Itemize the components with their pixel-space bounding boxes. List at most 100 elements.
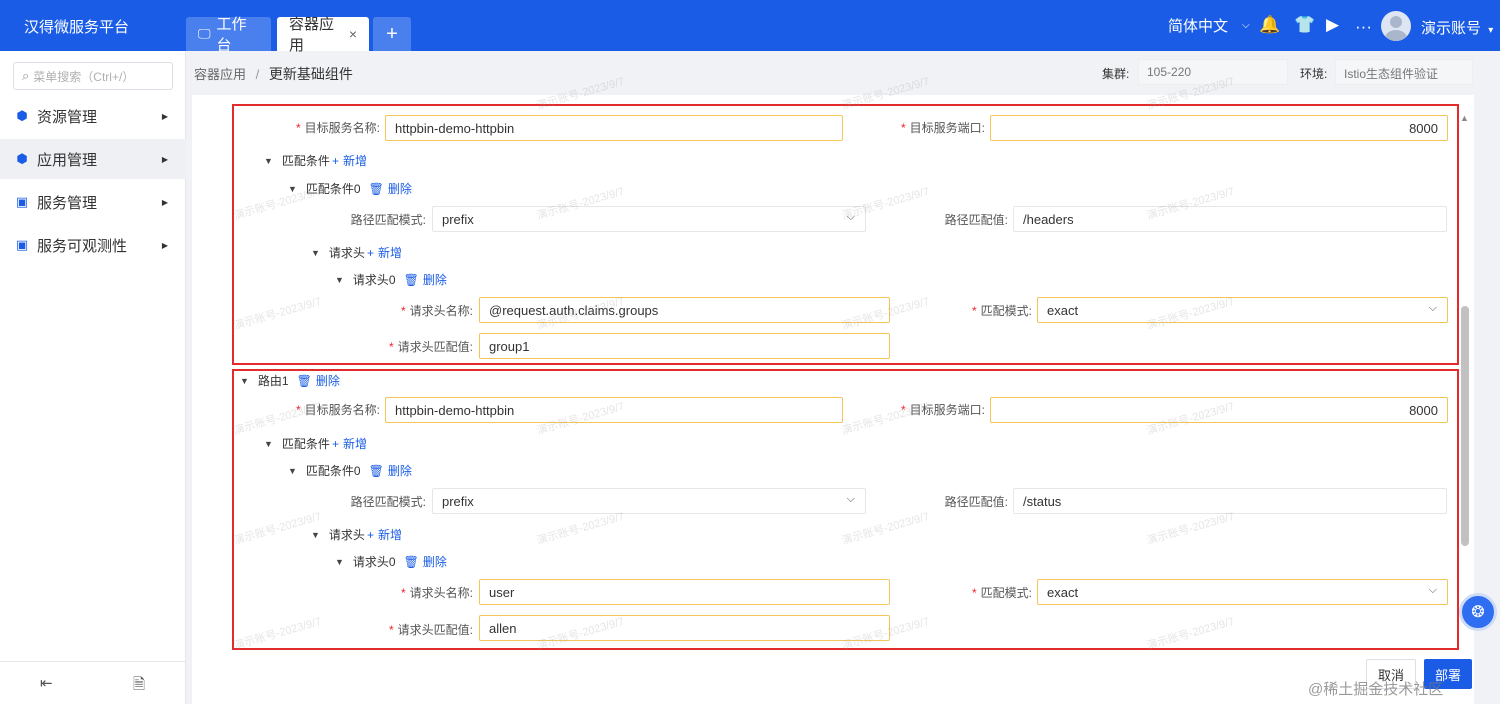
header0-label: 请求头0 <box>352 273 396 287</box>
route1-label: 路由1 <box>257 374 289 388</box>
plus-icon: + <box>331 154 339 168</box>
document-icon[interactable]: 🗎 <box>133 674 145 699</box>
target-service-input[interactable]: httpbin-demo-httpbin <box>385 115 843 141</box>
header-value-input[interactable]: allen <box>479 615 890 641</box>
path-mode-label: 路径匹配模式: <box>350 213 426 227</box>
caret-down-icon[interactable]: ▼ <box>264 439 273 449</box>
bell-icon[interactable]: 🔔 <box>1259 15 1280 35</box>
trash-icon: 🗑︎ <box>368 464 384 478</box>
sidebar-item-label: 资源管理 <box>37 108 98 126</box>
caret-down-icon[interactable]: ▼ <box>264 156 273 166</box>
chevron-down-icon: ⌵ <box>1428 584 1437 596</box>
delete-header-button[interactable]: 🗑︎ 删除 <box>404 271 447 288</box>
scrollbar-thumb[interactable] <box>1461 306 1469 546</box>
sidebar-item-label: 服务可观测性 <box>37 237 128 255</box>
account-menu[interactable]: 演示账号 ▾ <box>1421 17 1493 38</box>
cluster-field: 105-220 <box>1138 59 1288 85</box>
path-mode-select[interactable]: prefix ⌵ <box>432 488 866 514</box>
caret-right-icon: ▶ <box>161 240 168 250</box>
sidebar-item-service[interactable]: ▣ 服务管理 ▶ <box>0 182 186 222</box>
tab-workbench-label: 工作台 <box>216 16 247 54</box>
target-port-input[interactable]: 8000 <box>990 115 1448 141</box>
help-float-button[interactable]: ❂ <box>1459 593 1497 631</box>
sidebar-item-observability[interactable]: ▣ 服务可观测性 ▶ <box>0 225 186 265</box>
header0-node: ▼ 请求头0 🗑︎ 删除 <box>335 271 447 288</box>
delete-condition-button[interactable]: 🗑︎ 删除 <box>369 180 412 197</box>
close-icon[interactable]: × <box>349 26 357 42</box>
match-mode-label: * 匹配模式: <box>971 586 1032 600</box>
caret-down-icon[interactable]: ▼ <box>335 275 344 285</box>
add-tab-button[interactable]: + <box>373 17 411 51</box>
path-value-input[interactable]: /headers <box>1013 206 1447 232</box>
app-title: 汉得微服务平台 <box>24 19 130 36</box>
add-condition-button[interactable]: + 新增 <box>332 435 367 452</box>
headers-label: 请求头 <box>328 528 365 542</box>
chevron-down-icon: ⌵ <box>1242 20 1250 31</box>
caret-right-icon: ▶ <box>161 154 168 164</box>
play-circle-icon[interactable]: ▶︎ <box>1326 15 1339 35</box>
plus-icon: + <box>331 437 339 451</box>
header-name-label: * 请求头名称: <box>400 304 473 318</box>
header-name-input[interactable]: user <box>479 579 890 605</box>
route1-node: ▼ 路由1 🗑︎ 删除 <box>240 372 340 389</box>
scroll-up-icon[interactable]: ▲ <box>1460 113 1469 123</box>
monitor-icon: 🖵 <box>198 26 211 41</box>
delete-header-button[interactable]: 🗑︎ 删除 <box>404 553 447 570</box>
shirt-icon[interactable]: 👕 <box>1294 15 1315 35</box>
language-label: 简体中文 <box>1168 18 1229 35</box>
menu-search-input[interactable]: ⌕ 菜单搜索（Ctrl+/） <box>13 62 173 90</box>
caret-down-icon[interactable]: ▼ <box>311 530 320 540</box>
sidebar-item-label: 服务管理 <box>37 194 98 212</box>
path-value-label: 路径匹配值: <box>944 495 1008 509</box>
match-mode-select[interactable]: exact ⌵ <box>1037 297 1448 323</box>
add-header-button[interactable]: + 新增 <box>367 244 402 261</box>
chevron-down-icon: ⌵ <box>846 211 855 223</box>
match-conditions-node: ▼ 匹配条件 + 新增 <box>264 435 367 452</box>
caret-down-icon[interactable]: ▼ <box>240 376 249 386</box>
sidebar-item-resource[interactable]: ⬢ 资源管理 ▶ <box>0 96 186 136</box>
search-placeholder: 菜单搜索（Ctrl+/） <box>33 69 135 84</box>
headers-label: 请求头 <box>328 246 365 260</box>
chevron-down-icon: ⌵ <box>1428 302 1437 314</box>
chat-icon: ❂ <box>1471 604 1485 621</box>
tab-container-app-label: 容器应用 <box>289 16 335 54</box>
match-mode-select[interactable]: exact ⌵ <box>1037 579 1448 605</box>
avatar[interactable] <box>1381 11 1411 41</box>
caret-down-icon[interactable]: ▼ <box>288 184 297 194</box>
target-service-input[interactable]: httpbin-demo-httpbin <box>385 397 843 423</box>
more-icon[interactable]: ··· <box>1355 17 1372 37</box>
add-header-button[interactable]: + 新增 <box>367 526 402 543</box>
caret-right-icon: ▶ <box>161 111 168 121</box>
header-value-input[interactable]: group1 <box>479 333 890 359</box>
language-switcher[interactable]: 简体中文 ⌵ <box>1168 0 1250 51</box>
cluster-label: 集群: <box>1102 67 1130 81</box>
tab-container-app[interactable]: 容器应用 × <box>277 16 369 54</box>
delete-condition-button[interactable]: 🗑︎ 删除 <box>369 462 412 479</box>
headers-node: ▼ 请求头 + 新增 <box>311 526 402 543</box>
trash-icon: 🗑︎ <box>296 374 312 388</box>
caret-down-icon[interactable]: ▼ <box>335 557 344 567</box>
delete-route-button[interactable]: 🗑︎ 删除 <box>297 372 340 389</box>
header-name-input[interactable]: @request.auth.claims.groups <box>479 297 890 323</box>
target-service-label: * 目标服务名称: <box>295 403 380 417</box>
header-value-label: * 请求头匹配值: <box>388 340 473 354</box>
target-port-input[interactable]: 8000 <box>990 397 1448 423</box>
env-field: Istio生态组件验证 <box>1335 59 1473 85</box>
target-service-label: * 目标服务名称: <box>295 121 380 135</box>
sidebar-item-application[interactable]: ⬢ 应用管理 ▶ <box>0 139 186 179</box>
trash-icon: 🗑︎ <box>368 182 384 196</box>
search-icon: ⌕ <box>22 68 30 83</box>
page-title: 更新基础组件 <box>268 66 353 82</box>
add-condition-button[interactable]: + 新增 <box>332 152 367 169</box>
path-mode-select[interactable]: prefix ⌵ <box>432 206 866 232</box>
trash-icon: 🗑︎ <box>403 555 419 569</box>
tab-workbench[interactable]: 🖵 工作台 <box>186 16 271 54</box>
caret-down-icon[interactable]: ▼ <box>311 248 320 258</box>
breadcrumb-parent[interactable]: 容器应用 <box>194 67 246 82</box>
path-value-input[interactable]: /status <box>1013 488 1447 514</box>
highlight-box-route0 <box>232 104 1459 365</box>
account-name: 演示账号 <box>1421 20 1482 37</box>
chevron-down-icon: ⌵ <box>846 493 855 505</box>
collapse-menu-icon[interactable]: ⇤ <box>40 674 53 692</box>
caret-down-icon[interactable]: ▼ <box>288 466 297 476</box>
